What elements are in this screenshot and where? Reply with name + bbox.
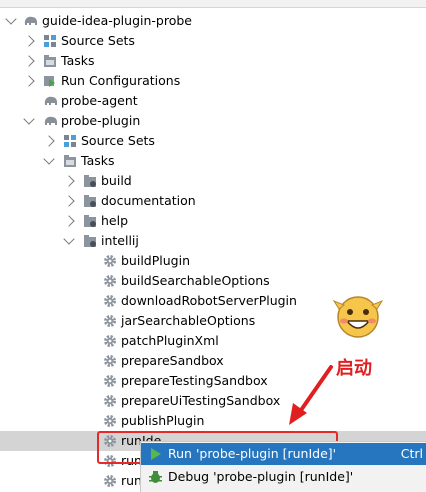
tree-item-label: Source Sets xyxy=(81,133,155,148)
chevron-down-icon[interactable] xyxy=(5,13,17,25)
run-play-icon xyxy=(151,448,161,460)
chevron-right-icon[interactable] xyxy=(23,75,35,87)
chevron-right-icon[interactable] xyxy=(23,35,35,47)
tree-item-label: prepareTestingSandbox xyxy=(121,373,268,388)
gradle-elephant-icon xyxy=(44,116,57,125)
tree-item-label: patchPluginXml xyxy=(121,333,219,348)
gradle-elephant-icon xyxy=(44,96,57,105)
chevron-right-icon[interactable] xyxy=(63,195,75,207)
tree-item-probe-plugin[interactable]: probe-plugin xyxy=(0,111,426,131)
chevron-right-icon[interactable] xyxy=(23,55,35,67)
tasks-folder-icon xyxy=(64,155,76,167)
chevron-down-icon[interactable] xyxy=(23,113,35,125)
toolbar-strip xyxy=(0,0,426,8)
task-group-folder-icon xyxy=(84,215,96,227)
tasks-folder-icon xyxy=(44,55,56,67)
tree-item-label: probe-agent xyxy=(61,93,138,108)
tree-item-label: intellij xyxy=(101,233,139,248)
gear-icon xyxy=(104,315,116,327)
tree-item-label: publishPlugin xyxy=(121,413,205,428)
tree-item-label: downloadRobotServerPlugin xyxy=(121,293,297,308)
gear-icon xyxy=(104,475,116,487)
chevron-right-icon[interactable] xyxy=(43,135,55,147)
tree-item-source-sets[interactable]: Source Sets xyxy=(0,131,426,151)
tree-item-label: buildSearchableOptions xyxy=(121,273,270,288)
task-group-folder-icon xyxy=(84,195,96,207)
debug-bug-icon xyxy=(149,471,162,483)
chevron-right-icon[interactable] xyxy=(63,215,75,227)
gear-icon xyxy=(104,335,116,347)
gear-icon xyxy=(104,355,116,367)
annotation-arrow-icon xyxy=(289,365,333,425)
menu-item-debug[interactable]: Debug 'probe-plugin [runIde]' xyxy=(141,466,426,488)
gear-icon xyxy=(104,415,116,427)
gear-icon xyxy=(104,395,116,407)
tree-item-label: build xyxy=(101,173,132,188)
task-group-folder-icon xyxy=(84,175,96,187)
menu-item-run-shortcut: Ctrl xyxy=(400,446,423,461)
tree-item-build[interactable]: build xyxy=(0,171,426,191)
tree-item-label: Tasks xyxy=(61,53,95,68)
tree-item-intellij[interactable]: intellij xyxy=(0,231,426,251)
gradle-elephant-icon xyxy=(24,16,37,25)
tree-item-label: jarSearchableOptions xyxy=(121,313,256,328)
menu-item-debug-label: Debug 'probe-plugin [runIde]' xyxy=(168,469,354,484)
annotation-text: 启动 xyxy=(336,358,372,379)
smiley-emoji-icon xyxy=(332,296,384,338)
tree-item-tasks[interactable]: Tasks xyxy=(0,51,426,71)
tree-item-label: Source Sets xyxy=(61,33,135,48)
gear-icon xyxy=(104,255,116,267)
tree-item-help[interactable]: help xyxy=(0,211,426,231)
gear-icon xyxy=(104,295,116,307)
gear-icon xyxy=(104,275,116,287)
context-menu: Run 'probe-plugin [runIde]' Ctrl Debug '… xyxy=(140,441,426,492)
tree-item-label: probe-plugin xyxy=(61,113,141,128)
tree-item-source-sets[interactable]: Source Sets xyxy=(0,31,426,51)
tree-item-documentation[interactable]: documentation xyxy=(0,191,426,211)
tree-item-label: buildPlugin xyxy=(121,253,191,268)
tree-item-tasks[interactable]: Tasks xyxy=(0,151,426,171)
source-sets-icon xyxy=(64,135,76,147)
tree-item-task[interactable]: buildSearchableOptions xyxy=(0,271,426,291)
tree-item-label: documentation xyxy=(101,193,196,208)
menu-item-run-label: Run 'probe-plugin [runIde]' xyxy=(168,446,337,461)
chevron-right-icon[interactable] xyxy=(63,175,75,187)
tree-item-task[interactable]: publishPlugin xyxy=(0,411,426,431)
source-sets-icon xyxy=(44,35,56,47)
tree-item-task[interactable]: buildPlugin xyxy=(0,251,426,271)
chevron-down-icon[interactable] xyxy=(63,233,75,245)
run-configurations-icon xyxy=(44,76,55,87)
tree-item-label: help xyxy=(101,213,129,228)
menu-item-run[interactable]: Run 'probe-plugin [runIde]' Ctrl xyxy=(141,443,426,465)
tree-item-label: prepareUiTestingSandbox xyxy=(121,393,281,408)
tree-root[interactable]: guide-idea-plugin-probe xyxy=(0,11,426,31)
tree-item-label: prepareSandbox xyxy=(121,353,224,368)
tree-item-task[interactable]: prepareUiTestingSandbox xyxy=(0,391,426,411)
tree-root-label: guide-idea-plugin-probe xyxy=(42,13,192,28)
chevron-down-icon[interactable] xyxy=(43,153,55,165)
task-group-folder-icon xyxy=(84,235,96,247)
tree-item-run-configurations[interactable]: Run Configurations xyxy=(0,71,426,91)
tree-item-label: Run Configurations xyxy=(61,73,181,88)
tree-item-probe-agent[interactable]: probe-agent xyxy=(0,91,426,111)
gear-icon xyxy=(104,375,116,387)
tree-item-label: Tasks xyxy=(81,153,115,168)
